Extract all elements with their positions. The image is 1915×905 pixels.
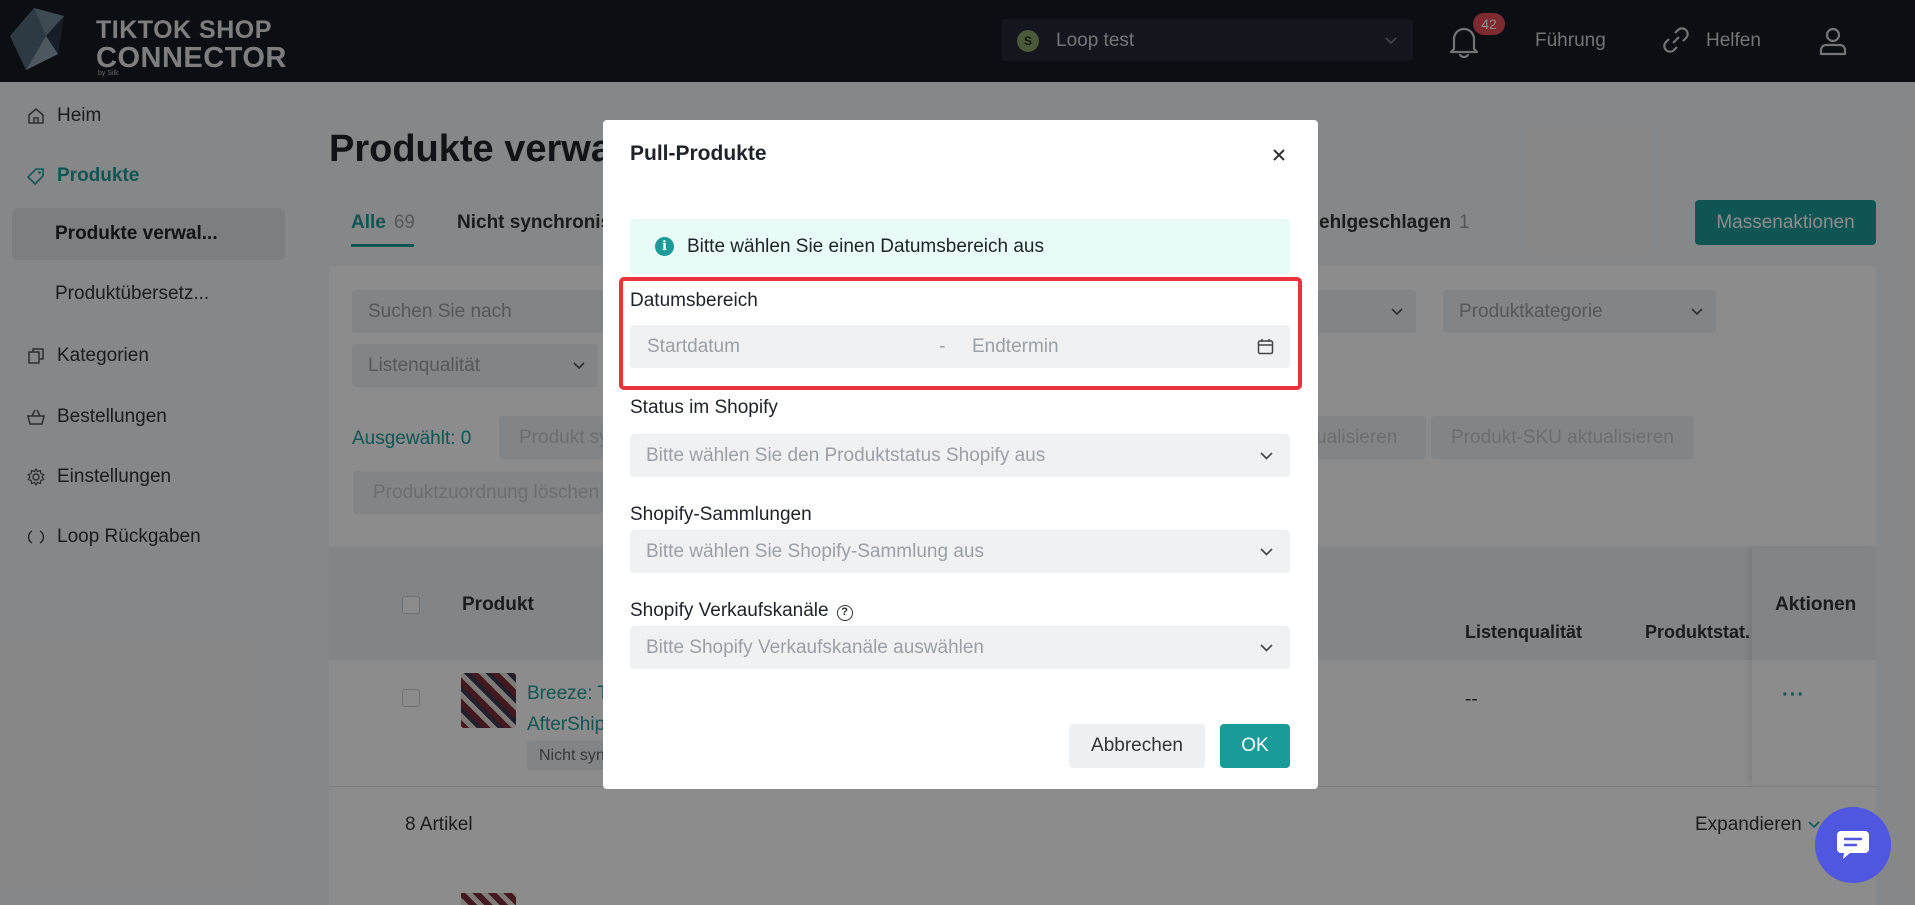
cancel-button[interactable]: Abbrechen [1069,724,1205,768]
chevron-down-icon [1260,548,1273,556]
close-icon[interactable] [1269,145,1289,165]
dialog-title: Pull-Produkte [630,142,767,165]
pull-products-dialog: Pull-Produkte i Bitte wählen Sie einen D… [603,120,1318,789]
shopify-collections-select[interactable]: Bitte wählen Sie Shopify-Sammlung aus [630,530,1290,573]
help-icon[interactable]: ? [836,605,853,621]
chat-support-button[interactable] [1815,807,1891,883]
chevron-down-icon [1260,644,1273,652]
shopify-status-label: Status im Shopify [630,397,778,418]
info-alert: i Bitte wählen Sie einen Datumsbereich a… [630,219,1290,274]
shopify-sales-channels-label: Shopify Verkaufskanäle? [630,600,853,622]
chevron-down-icon [1260,452,1273,460]
label-text: Shopify Verkaufskanäle [630,600,829,621]
shopify-status-select[interactable]: Bitte wählen Sie den Produktstatus Shopi… [630,434,1290,477]
select-placeholder: Bitte Shopify Verkaufskanäle auswählen [646,637,984,658]
select-placeholder: Bitte wählen Sie den Produktstatus Shopi… [646,445,1046,466]
ok-button[interactable]: OK [1220,724,1290,768]
chat-icon [1837,831,1869,859]
info-icon: i [655,237,674,256]
shopify-collections-label: Shopify-Sammlungen [630,504,812,525]
info-text: Bitte wählen Sie einen Datumsbereich aus [687,236,1044,257]
select-placeholder: Bitte wählen Sie Shopify-Sammlung aus [646,541,984,562]
highlight-frame [619,277,1302,390]
shopify-sales-channels-select[interactable]: Bitte Shopify Verkaufskanäle auswählen [630,626,1290,669]
